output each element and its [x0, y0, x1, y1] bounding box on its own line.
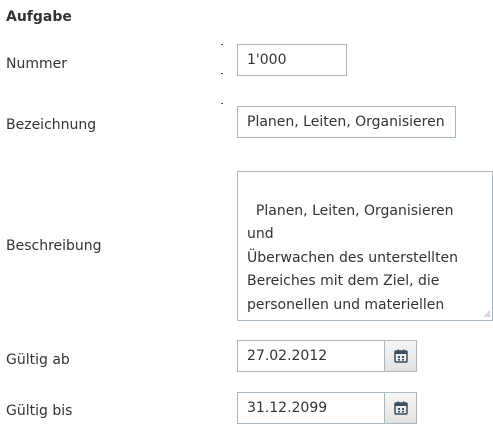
required-marker	[221, 103, 223, 104]
gueltig-ab-input[interactable]: 27.02.2012	[237, 340, 385, 372]
gueltig-bis-label: Gültig bis	[6, 403, 73, 419]
bezeichnung-label: Bezeichnung	[6, 117, 97, 133]
beschreibung-textarea[interactable]: Planen, Leiten, Organisieren und Überwac…	[237, 171, 493, 321]
section-title: Aufgabe	[6, 9, 72, 25]
bezeichnung-input[interactable]: Planen, Leiten, Organisieren	[237, 106, 456, 138]
required-marker	[221, 73, 223, 74]
gueltig-ab-calendar-button[interactable]	[384, 340, 417, 372]
beschreibung-text: Planen, Leiten, Organisieren und Überwac…	[247, 202, 459, 313]
calendar-icon	[393, 349, 408, 363]
nummer-input[interactable]: 1'000	[237, 44, 347, 76]
gueltig-bis-input[interactable]: 31.12.2099	[237, 392, 385, 424]
gueltig-bis-calendar-button[interactable]	[384, 392, 417, 424]
resize-grip-icon[interactable]	[482, 310, 490, 318]
beschreibung-label: Beschreibung	[6, 238, 102, 254]
gueltig-ab-label: Gültig ab	[6, 352, 70, 368]
nummer-label: Nummer	[6, 56, 67, 72]
calendar-icon	[393, 401, 408, 415]
required-marker	[221, 44, 223, 45]
